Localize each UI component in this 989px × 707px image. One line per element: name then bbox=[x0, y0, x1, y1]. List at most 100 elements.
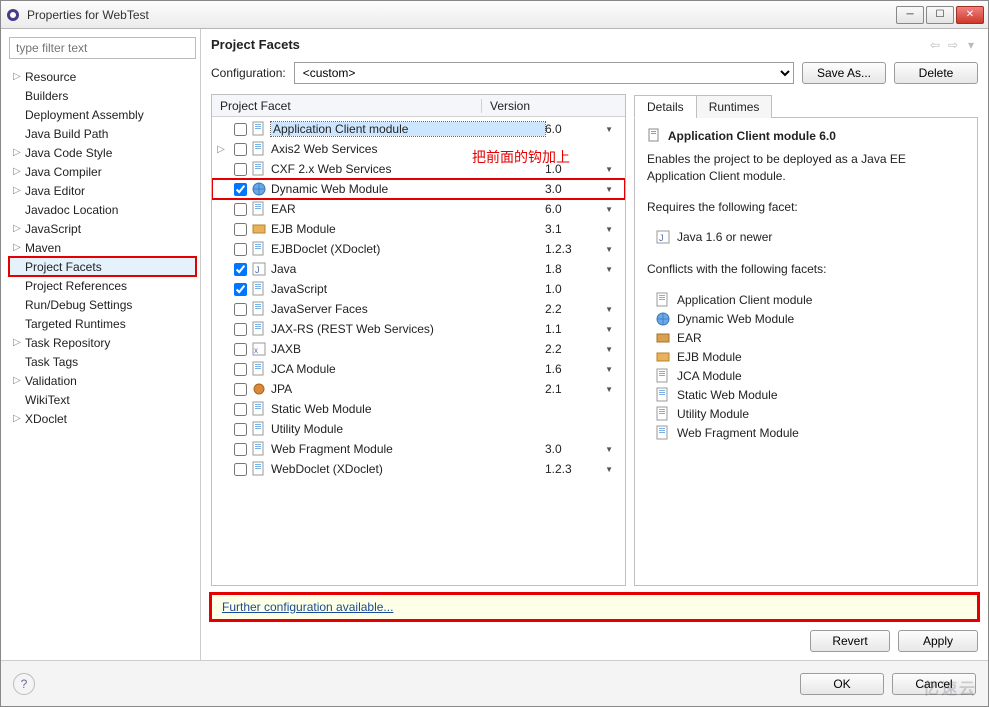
sidebar-item-deployment-assembly[interactable]: Deployment Assembly bbox=[9, 105, 196, 124]
facet-checkbox[interactable] bbox=[234, 283, 247, 296]
facet-checkbox[interactable] bbox=[234, 163, 247, 176]
facet-row[interactable]: Dynamic Web Module3.0▼ bbox=[212, 179, 625, 199]
facet-row[interactable]: JAX-RS (REST Web Services)1.1▼ bbox=[212, 319, 625, 339]
dropdown-icon[interactable]: ▼ bbox=[605, 445, 613, 454]
revert-button[interactable]: Revert bbox=[810, 630, 890, 652]
facet-checkbox[interactable] bbox=[234, 263, 247, 276]
facet-row[interactable]: WebDoclet (XDoclet)1.2.3▼ bbox=[212, 459, 625, 479]
tab-details[interactable]: Details bbox=[634, 95, 697, 118]
ok-button[interactable]: OK bbox=[800, 673, 884, 695]
facet-version[interactable]: 1.2.3▼ bbox=[545, 462, 625, 476]
dropdown-icon[interactable]: ▼ bbox=[605, 365, 613, 374]
sidebar-item-wikitext[interactable]: WikiText bbox=[9, 390, 196, 409]
facet-checkbox[interactable] bbox=[234, 183, 247, 196]
facet-version[interactable]: 1.6▼ bbox=[545, 362, 625, 376]
menu-icon[interactable]: ▾ bbox=[964, 38, 978, 52]
further-config-bar[interactable]: Further configuration available... bbox=[211, 594, 978, 620]
dropdown-icon[interactable]: ▼ bbox=[605, 305, 613, 314]
dropdown-icon[interactable]: ▼ bbox=[605, 265, 613, 274]
expand-icon[interactable]: ▷ bbox=[212, 144, 230, 155]
facet-checkbox[interactable] bbox=[234, 123, 247, 136]
facet-version[interactable]: 3.0▼ bbox=[545, 182, 625, 196]
back-icon[interactable]: ⇦ bbox=[928, 38, 942, 52]
dropdown-icon[interactable]: ▼ bbox=[605, 225, 613, 234]
dropdown-icon[interactable]: ▼ bbox=[605, 245, 613, 254]
dropdown-icon[interactable]: ▼ bbox=[605, 345, 613, 354]
facet-checkbox[interactable] bbox=[234, 303, 247, 316]
facet-row[interactable]: Application Client module6.0▼ bbox=[212, 119, 625, 139]
sidebar-item-targeted-runtimes[interactable]: Targeted Runtimes bbox=[9, 314, 196, 333]
sidebar-item-run-debug-settings[interactable]: Run/Debug Settings bbox=[9, 295, 196, 314]
further-config-link[interactable]: Further configuration available... bbox=[222, 600, 393, 614]
facet-checkbox[interactable] bbox=[234, 323, 247, 336]
facet-row[interactable]: Web Fragment Module3.0▼ bbox=[212, 439, 625, 459]
sidebar-item-resource[interactable]: ▷Resource bbox=[9, 67, 196, 86]
facet-row[interactable]: JCA Module1.6▼ bbox=[212, 359, 625, 379]
dropdown-icon[interactable]: ▼ bbox=[605, 185, 613, 194]
sidebar-item-task-tags[interactable]: Task Tags bbox=[9, 352, 196, 371]
facet-version[interactable]: 3.1▼ bbox=[545, 222, 625, 236]
sidebar-item-java-code-style[interactable]: ▷Java Code Style bbox=[9, 143, 196, 162]
facet-version[interactable]: 2.2▼ bbox=[545, 342, 625, 356]
dropdown-icon[interactable]: ▼ bbox=[605, 125, 613, 134]
delete-button[interactable]: Delete bbox=[894, 62, 978, 84]
facet-row[interactable]: JavaScript1.0 bbox=[212, 279, 625, 299]
facet-row[interactable]: JPA2.1▼ bbox=[212, 379, 625, 399]
save-as-button[interactable]: Save As... bbox=[802, 62, 886, 84]
sidebar-item-task-repository[interactable]: ▷Task Repository bbox=[9, 333, 196, 352]
sidebar-item-project-references[interactable]: Project References bbox=[9, 276, 196, 295]
sidebar-item-javadoc-location[interactable]: Javadoc Location bbox=[9, 200, 196, 219]
facet-version[interactable]: 6.0▼ bbox=[545, 202, 625, 216]
forward-icon[interactable]: ⇨ bbox=[946, 38, 960, 52]
facet-version[interactable]: 2.2▼ bbox=[545, 302, 625, 316]
facet-row[interactable]: CXF 2.x Web Services1.0▼ bbox=[212, 159, 625, 179]
facet-row[interactable]: xJAXB2.2▼ bbox=[212, 339, 625, 359]
facet-row[interactable]: Utility Module bbox=[212, 419, 625, 439]
facet-checkbox[interactable] bbox=[234, 343, 247, 356]
facet-row[interactable]: ▷Axis2 Web Services bbox=[212, 139, 625, 159]
sidebar-item-project-facets[interactable]: Project Facets bbox=[9, 257, 196, 276]
dropdown-icon[interactable]: ▼ bbox=[605, 165, 613, 174]
minimize-button[interactable]: ─ bbox=[896, 6, 924, 24]
dropdown-icon[interactable]: ▼ bbox=[605, 205, 613, 214]
sidebar-item-xdoclet[interactable]: ▷XDoclet bbox=[9, 409, 196, 428]
dropdown-icon[interactable]: ▼ bbox=[605, 325, 613, 334]
facet-version[interactable]: 1.2.3▼ bbox=[545, 242, 625, 256]
facet-checkbox[interactable] bbox=[234, 143, 247, 156]
facet-checkbox[interactable] bbox=[234, 363, 247, 376]
sidebar-item-java-compiler[interactable]: ▷Java Compiler bbox=[9, 162, 196, 181]
filter-input[interactable] bbox=[9, 37, 196, 59]
sidebar-item-maven[interactable]: ▷Maven bbox=[9, 238, 196, 257]
facet-version[interactable]: 3.0▼ bbox=[545, 442, 625, 456]
facet-version[interactable]: 1.0▼ bbox=[545, 162, 625, 176]
facet-version[interactable]: 2.1▼ bbox=[545, 382, 625, 396]
facet-checkbox[interactable] bbox=[234, 243, 247, 256]
tab-runtimes[interactable]: Runtimes bbox=[696, 95, 773, 118]
help-button[interactable]: ? bbox=[13, 673, 35, 695]
config-select[interactable]: <custom> bbox=[294, 62, 794, 84]
maximize-button[interactable]: ☐ bbox=[926, 6, 954, 24]
col-facet[interactable]: Project Facet bbox=[212, 99, 482, 113]
apply-button[interactable]: Apply bbox=[898, 630, 978, 652]
dropdown-icon[interactable]: ▼ bbox=[605, 385, 613, 394]
facet-checkbox[interactable] bbox=[234, 383, 247, 396]
facet-version[interactable]: 1.8▼ bbox=[545, 262, 625, 276]
facet-row[interactable]: EJBDoclet (XDoclet)1.2.3▼ bbox=[212, 239, 625, 259]
facet-checkbox[interactable] bbox=[234, 403, 247, 416]
facet-checkbox[interactable] bbox=[234, 223, 247, 236]
col-version[interactable]: Version bbox=[482, 99, 625, 113]
facet-version[interactable]: 1.1▼ bbox=[545, 322, 625, 336]
sidebar-item-java-build-path[interactable]: Java Build Path bbox=[9, 124, 196, 143]
facet-row[interactable]: EJB Module3.1▼ bbox=[212, 219, 625, 239]
facet-version[interactable]: 1.0 bbox=[545, 282, 625, 296]
sidebar-item-java-editor[interactable]: ▷Java Editor bbox=[9, 181, 196, 200]
facet-checkbox[interactable] bbox=[234, 423, 247, 436]
sidebar-item-javascript[interactable]: ▷JavaScript bbox=[9, 219, 196, 238]
facet-row[interactable]: EAR6.0▼ bbox=[212, 199, 625, 219]
facet-row[interactable]: Static Web Module bbox=[212, 399, 625, 419]
facet-checkbox[interactable] bbox=[234, 463, 247, 476]
facet-checkbox[interactable] bbox=[234, 203, 247, 216]
facet-row[interactable]: JJava1.8▼ bbox=[212, 259, 625, 279]
facet-checkbox[interactable] bbox=[234, 443, 247, 456]
sidebar-item-builders[interactable]: Builders bbox=[9, 86, 196, 105]
